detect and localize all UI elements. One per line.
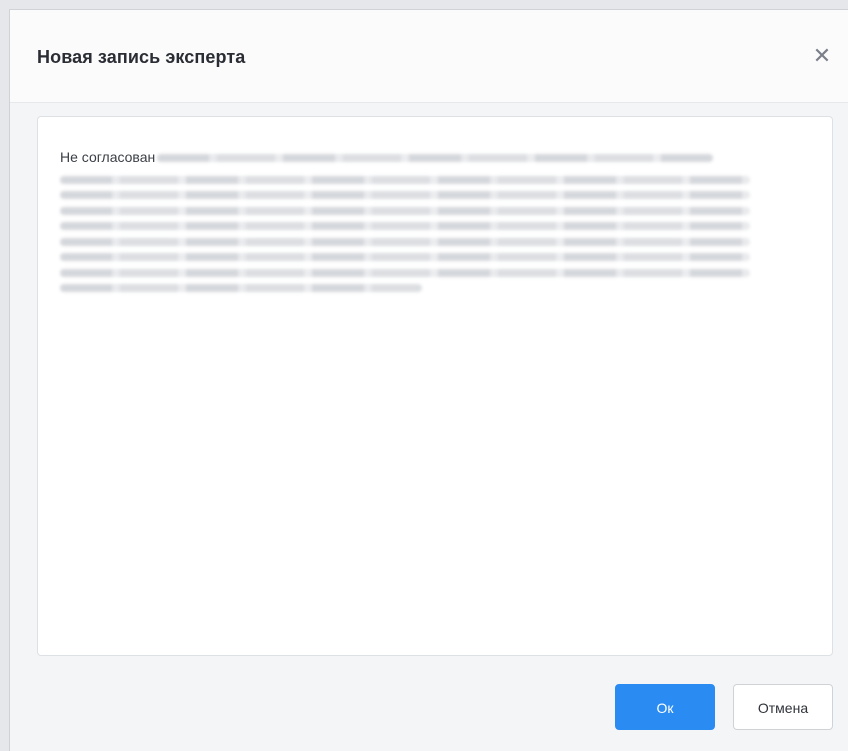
- cancel-button[interactable]: Отмена: [733, 684, 833, 730]
- blurred-text-line: [60, 206, 750, 215]
- blurred-text-line: [60, 175, 750, 184]
- dialog-title: Новая запись эксперта: [37, 47, 246, 67]
- close-icon: ✕: [812, 43, 832, 68]
- expert-entry-dialog: Новая запись эксперта ✕ Не согласован Ок…: [9, 9, 848, 751]
- blurred-text-line: [157, 154, 714, 163]
- blurred-text-line: [60, 284, 422, 292]
- blurred-text-line: [60, 191, 750, 199]
- note-visible-text: Не согласован: [60, 149, 156, 165]
- expert-note-textarea[interactable]: Не согласован: [37, 116, 833, 656]
- blurred-text-line: [60, 268, 750, 277]
- ok-button[interactable]: Ок: [615, 684, 715, 730]
- blurred-text-line: [60, 222, 750, 230]
- expert-note-text: Не согласован: [60, 146, 750, 300]
- dialog-header: Новая запись эксперта ✕: [10, 10, 848, 103]
- blurred-text-line: [60, 237, 750, 246]
- blurred-text-line: [60, 253, 750, 261]
- close-button[interactable]: ✕: [810, 44, 834, 68]
- dialog-footer: Ок Отмена: [10, 656, 848, 751]
